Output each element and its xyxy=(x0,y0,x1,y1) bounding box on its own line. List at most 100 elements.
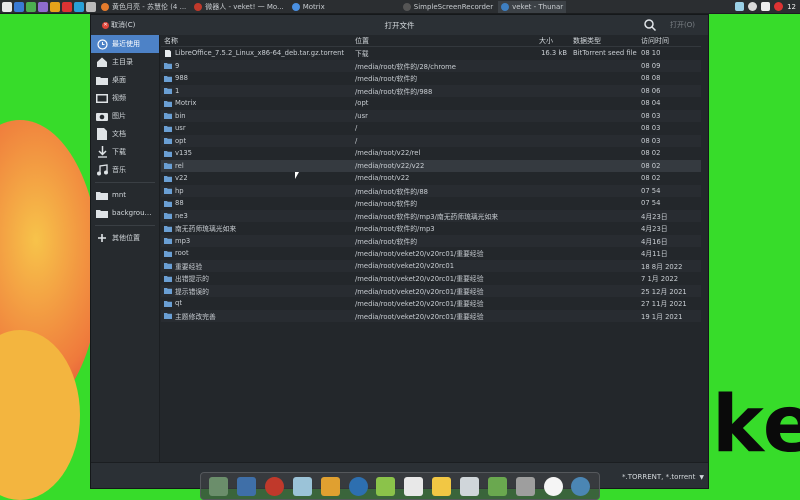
file-location: /media/root/v22 xyxy=(355,174,410,183)
folder-icon xyxy=(164,188,172,195)
sidebar-item-downloads[interactable]: 下载 xyxy=(91,143,159,161)
file-row[interactable]: 主题修改完善/media/root/veket20/v20rc01/重要经验 19… xyxy=(161,309,701,322)
file-row[interactable]: 9/media/root/软件的/28/chrome 08 09 xyxy=(161,59,701,72)
column-location-header[interactable]: 位置 xyxy=(355,36,539,46)
terminal-dock-icon[interactable] xyxy=(209,476,229,496)
file-name-cell: 9 xyxy=(161,62,355,70)
file-row[interactable]: usr / 08 03 xyxy=(161,122,701,135)
sidebar-item-home[interactable]: 主目录 xyxy=(91,53,159,71)
paint-dock-icon[interactable] xyxy=(320,476,340,496)
open-button[interactable]: 打开(O) xyxy=(666,18,699,32)
file-type: BitTorrent seed file xyxy=(573,49,637,58)
file-row[interactable]: root/media/root/veket20/v20rc01/重要经验 4月11… xyxy=(161,247,701,260)
browser-icon xyxy=(194,2,203,11)
apps-dock-icon[interactable] xyxy=(376,476,396,496)
sidebar-item-background[interactable]: backgrou… xyxy=(91,204,159,222)
help-dock-icon[interactable] xyxy=(487,476,507,496)
file-row[interactable]: ne3/media/root/软件的/mp3/南无药师琉璃光如来 4月23日 xyxy=(161,209,701,222)
folder-dock-icon[interactable] xyxy=(432,476,452,496)
taskbar-task[interactable]: Motrix xyxy=(289,1,328,13)
launcher-icon[interactable] xyxy=(62,1,72,12)
column-time-header[interactable]: 访问时间 xyxy=(641,36,697,46)
file-row[interactable]: opt / 08 03 xyxy=(161,134,701,147)
file-row[interactable]: 南无药师琉璃光如来/media/root/软件的/mp3 4月23日 xyxy=(161,222,701,235)
file-row[interactable]: 988/media/root/软件的 08 08 xyxy=(161,72,701,85)
taskbar-task[interactable]: 黄色月亮 - 苏慧伦 (4 ... xyxy=(98,1,189,13)
sidebar-item-documents[interactable]: 文档 xyxy=(91,125,159,143)
power-icon[interactable] xyxy=(774,2,784,11)
network-icon[interactable] xyxy=(761,2,771,11)
sidebar-item-label: 主目录 xyxy=(112,58,133,66)
folder-icon xyxy=(164,263,172,270)
column-type-header[interactable]: 数据类型 xyxy=(573,36,641,46)
file-row[interactable]: v22/media/root/v22 08 02 xyxy=(161,172,701,185)
file-name: usr xyxy=(175,124,186,133)
sidebar-item-videos[interactable]: 视频 xyxy=(91,89,159,107)
globe-dock-icon[interactable] xyxy=(571,476,591,496)
sidebar-item-pictures[interactable]: 图片 xyxy=(91,107,159,125)
taskbar-task[interactable]: 微器人 - veket! 一 Mo... xyxy=(191,1,286,13)
file-row[interactable]: 重要经验/media/root/veket20/v20rc01 18 8月 202… xyxy=(161,259,701,272)
file-row[interactable]: 1/media/root/软件的/988 08 06 xyxy=(161,84,701,97)
file-location: 下载 xyxy=(355,50,369,59)
file-row[interactable]: v135/media/root/v22/rel 08 02 xyxy=(161,147,701,160)
cancel-label: 取消(C) xyxy=(111,21,136,29)
folder-icon xyxy=(164,300,172,307)
browser-launcher-icon[interactable] xyxy=(14,1,24,12)
folder-icon xyxy=(164,288,172,295)
column-name-header[interactable]: 名称 xyxy=(161,36,355,46)
file-row[interactable]: rel/media/root/v22/v22 08 02 xyxy=(161,159,701,172)
file-row[interactable]: LibreOffice_7.5.2_Linux_x86-64_deb.tar.g… xyxy=(161,47,701,60)
file-name: opt xyxy=(175,136,187,145)
editor-dock-icon[interactable] xyxy=(292,476,312,496)
cancel-button[interactable]: ✕ 取消(C) xyxy=(99,18,138,32)
sidebar-item-other-locations[interactable]: 其他位置 xyxy=(91,229,159,247)
file-name: 重要经验 xyxy=(175,262,203,271)
sidebar-item-label: backgrou… xyxy=(112,209,152,217)
taskbar-task[interactable]: SimpleScreenRecorder xyxy=(400,1,496,13)
file-row[interactable]: qt/media/root/veket20/v20rc01/重要经验 27 11月… xyxy=(161,297,701,310)
app-menu-icon[interactable] xyxy=(2,1,12,12)
file-access-time: 4月23日 xyxy=(641,225,668,234)
launcher-icon[interactable] xyxy=(50,1,60,12)
file-name: mp3 xyxy=(175,236,191,245)
sidebar-item-mnt[interactable]: mnt xyxy=(91,186,159,204)
file-name: bin xyxy=(175,111,186,120)
penguin-dock-icon[interactable] xyxy=(404,476,424,496)
file-name: rel xyxy=(175,161,184,170)
dialog-headerbar: ✕ 取消(C) 打开文件 打开(O) xyxy=(91,15,708,35)
file-access-time: 08 02 xyxy=(641,174,661,183)
sidebar-item-label: 桌面 xyxy=(112,76,126,84)
file-type-filter[interactable]: *.TORRENT, *.torrent ▼ xyxy=(622,471,704,483)
places-sidebar: 最近使用 主目录 桌面 视频 图片 文档 下载 音乐 mnt backgrou…… xyxy=(91,35,160,462)
column-size-header[interactable]: 大小 xyxy=(539,36,573,46)
launcher-icon[interactable] xyxy=(74,1,84,12)
file-location: /media/root/veket20/v20rc01/重要经验 xyxy=(355,275,484,284)
launcher-icon[interactable] xyxy=(26,1,36,12)
file-row[interactable]: bin/usr 08 03 xyxy=(161,109,701,122)
file-row[interactable]: Motrix/opt 08 04 xyxy=(161,97,701,110)
firefox-dock-icon[interactable] xyxy=(348,476,368,496)
drive-dock-icon[interactable] xyxy=(515,476,535,496)
volume-icon[interactable] xyxy=(748,2,758,11)
launcher-icon[interactable] xyxy=(86,1,96,12)
notes-dock-icon[interactable] xyxy=(460,476,480,496)
file-row[interactable]: 88/media/root/软件的 07 54 xyxy=(161,197,701,210)
recorder-icon xyxy=(402,2,411,11)
launcher-icon[interactable] xyxy=(38,1,48,12)
file-row[interactable]: mp3/media/root/软件的 4月16日 xyxy=(161,234,701,247)
sidebar-item-recent[interactable]: 最近使用 xyxy=(91,35,159,53)
taskbar-task[interactable]: veket - Thunar xyxy=(498,0,567,13)
search-button[interactable] xyxy=(643,18,657,32)
settings-dock-icon[interactable] xyxy=(543,476,563,496)
sidebar-item-music[interactable]: 音乐 xyxy=(91,161,159,179)
file-row[interactable]: hp/media/root/软件的/88 07 54 xyxy=(161,184,701,197)
browser-dock-icon[interactable] xyxy=(265,476,285,496)
monitor-dock-icon[interactable] xyxy=(237,476,257,496)
file-name: 988 xyxy=(175,74,188,83)
file-row[interactable]: 提示错误的/media/root/veket20/v20rc01/重要经验 25 … xyxy=(161,284,701,297)
sidebar-item-desktop[interactable]: 桌面 xyxy=(91,71,159,89)
file-row[interactable]: 出错提示的/media/root/veket20/v20rc01/重要经验 7 1… xyxy=(161,272,701,285)
file-access-time: 08 02 xyxy=(641,161,661,170)
screen-icon[interactable] xyxy=(735,2,745,11)
